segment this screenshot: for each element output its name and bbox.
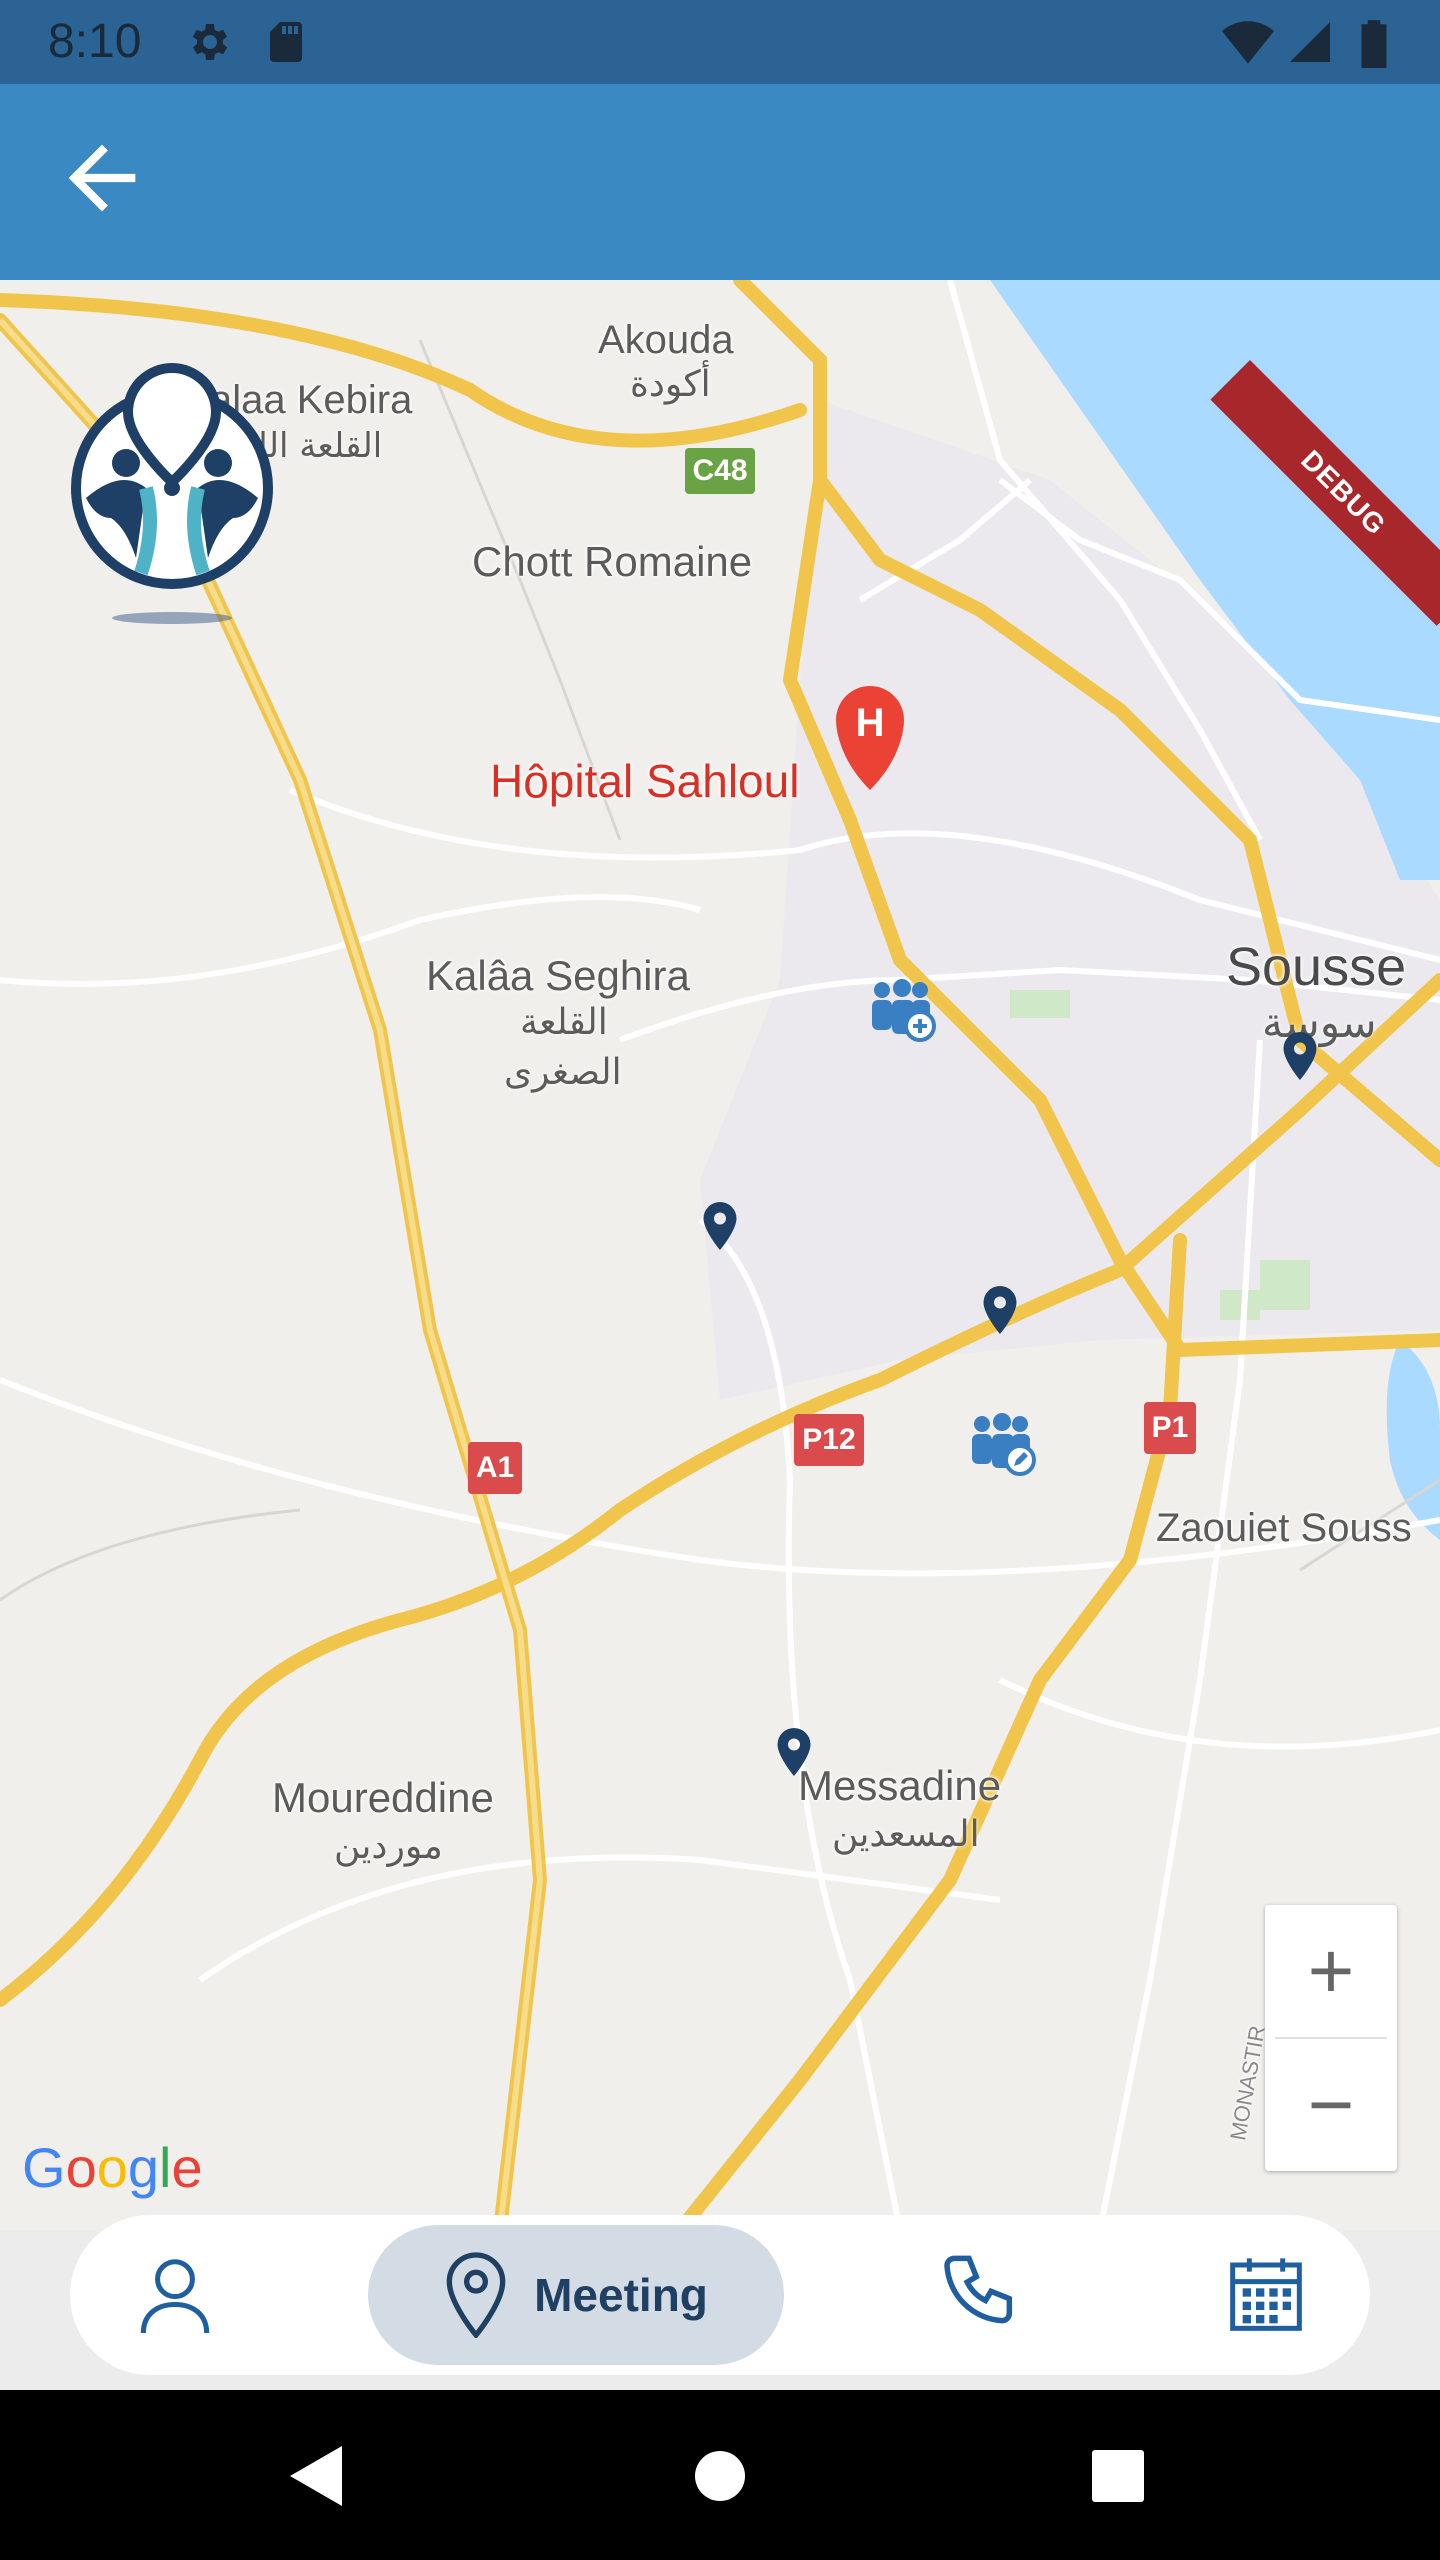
- road-shield-p1: P1: [1144, 1402, 1196, 1454]
- zoom-controls: + −: [1265, 1905, 1397, 2171]
- place-akouda: Akouda: [598, 318, 734, 362]
- back-button[interactable]: [52, 128, 152, 228]
- place-sousse: Sousse: [1226, 937, 1407, 997]
- place-sousse-ar: سوسة: [1262, 998, 1377, 1047]
- group-edit-marker-icon[interactable]: [968, 1412, 1038, 1476]
- cellular-icon: [1290, 22, 1330, 62]
- calendar-icon: [1230, 2258, 1302, 2331]
- arrow-back-icon: [68, 144, 136, 212]
- status-bar: 8:10: [0, 0, 1440, 84]
- place-akouda-ar: أكودة: [630, 364, 711, 405]
- settings-icon: [192, 24, 228, 60]
- nav-profile[interactable]: [120, 2222, 230, 2368]
- nav-meeting[interactable]: Meeting: [368, 2225, 784, 2365]
- nav-call[interactable]: [930, 2222, 1030, 2368]
- road-shield-p12: P12: [794, 1414, 864, 1466]
- nav-calendar[interactable]: [1216, 2222, 1316, 2368]
- zoom-in-button[interactable]: +: [1265, 1905, 1397, 2037]
- place-moureddine-ar: موردين: [334, 1826, 443, 1867]
- place-zaouiet-sousse: Zaouiet Souss: [1156, 1506, 1412, 1550]
- app-bar: [0, 84, 1440, 280]
- place-messadine: Messadine: [798, 1762, 1002, 1809]
- place-chott-romaine: Chott Romaine: [472, 538, 753, 585]
- sd-card-icon: [270, 22, 302, 62]
- place-kalaa-seghira: Kalâa Seghira: [426, 952, 690, 999]
- place-kalaa-seghira-ar1: القلعة: [520, 1002, 608, 1043]
- nav-meeting-label: Meeting: [534, 2269, 708, 2321]
- road-shield-a1: A1: [468, 1442, 522, 1494]
- location-pin-icon[interactable]: [982, 1286, 1018, 1334]
- place-moureddine: Moureddine: [272, 1774, 494, 1821]
- location-pin-icon[interactable]: [776, 1728, 812, 1776]
- system-navigation-bar: [0, 2390, 1440, 2560]
- system-back-icon[interactable]: [286, 2444, 346, 2508]
- battery-icon: [1361, 20, 1387, 68]
- road-shield-c48: C48: [685, 448, 755, 494]
- system-home-icon[interactable]: [694, 2450, 746, 2502]
- person-icon: [140, 2259, 210, 2334]
- status-time: 8:10: [48, 15, 142, 68]
- location-pin-outline-icon: [446, 2252, 506, 2338]
- google-logo: Google: [22, 2136, 203, 2199]
- wifi-icon: [1222, 21, 1274, 64]
- location-pin-icon[interactable]: [702, 1202, 738, 1250]
- place-kalaa-seghira-ar2: الصغرى: [504, 1052, 622, 1093]
- place-hopital-sahloul: Hôpital Sahloul: [490, 755, 800, 807]
- map-view[interactable]: H Akouda أكودة alaa Kebira القلعة الك Ch…: [0, 280, 1440, 2230]
- system-recents-icon[interactable]: [1092, 2450, 1144, 2502]
- place-messadine-ar: المسعدين: [832, 1814, 980, 1855]
- location-pin-icon[interactable]: [1282, 1032, 1318, 1080]
- user-location-marker-icon[interactable]: [66, 348, 276, 628]
- group-add-marker-icon[interactable]: [868, 978, 938, 1042]
- zoom-out-button[interactable]: −: [1265, 2039, 1397, 2171]
- svg-text:H: H: [856, 701, 885, 745]
- phone-icon: [944, 2255, 1013, 2324]
